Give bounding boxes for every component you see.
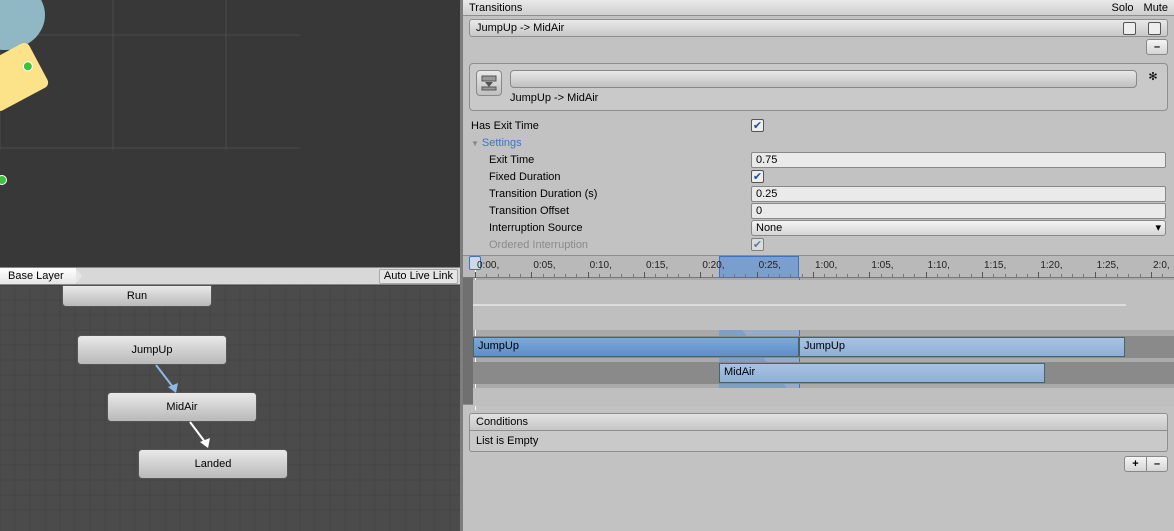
exit-time-label: Exit Time bbox=[471, 154, 751, 166]
overview-track bbox=[473, 280, 1174, 330]
transition-list-item[interactable]: JumpUp -> MidAir bbox=[469, 19, 1168, 37]
transitions-header: Transitions Solo Mute bbox=[463, 0, 1174, 16]
remove-transition-button[interactable]: – bbox=[1146, 39, 1168, 55]
transition-arrow-midair-landed[interactable] bbox=[184, 420, 224, 454]
transition-label: JumpUp -> MidAir bbox=[510, 92, 1137, 104]
transition-header-box: JumpUp -> MidAir ✻ bbox=[469, 63, 1168, 111]
source-track: JumpUp JumpUp bbox=[473, 336, 1174, 358]
remove-condition-button[interactable]: – bbox=[1146, 456, 1168, 472]
settings-foldout[interactable]: Settings bbox=[471, 137, 522, 149]
conditions-header: Conditions bbox=[469, 413, 1168, 431]
inspector-panel: Transitions Solo Mute JumpUp -> MidAir –… bbox=[460, 0, 1174, 531]
auto-live-link-button[interactable]: Auto Live Link bbox=[379, 269, 458, 284]
clip-jumpup-1[interactable]: JumpUp bbox=[473, 337, 799, 357]
layer-bar: Base Layer Auto Live Link bbox=[0, 267, 460, 285]
fixed-duration-label: Fixed Duration bbox=[471, 171, 751, 183]
transition-name-field[interactable] bbox=[510, 70, 1137, 88]
timeline-ruler[interactable]: 0:00,0:05,0:10,0:15,0:20,0:25,1:00,1:05,… bbox=[463, 256, 1174, 278]
state-node-jumpup[interactable]: JumpUp bbox=[77, 335, 227, 365]
timeline-gutter bbox=[463, 278, 473, 404]
solo-label: Solo bbox=[1112, 2, 1134, 14]
scene-preview[interactable] bbox=[0, 0, 460, 267]
has-exit-time-label: Has Exit Time bbox=[471, 120, 751, 132]
footer-track bbox=[473, 388, 1174, 406]
mute-checkbox[interactable] bbox=[1148, 22, 1161, 35]
mute-label: Mute bbox=[1144, 2, 1168, 14]
transition-duration-label: Transition Duration (s) bbox=[471, 188, 751, 200]
transition-icon bbox=[476, 70, 502, 96]
conditions-empty-label: List is Empty bbox=[476, 435, 538, 447]
transition-list-item-label: JumpUp -> MidAir bbox=[476, 20, 564, 36]
conditions-body: List is Empty bbox=[469, 431, 1168, 452]
handle-dot[interactable] bbox=[0, 175, 7, 185]
interruption-source-label: Interruption Source bbox=[471, 222, 751, 234]
dropdown-icon: ▾ bbox=[1155, 221, 1161, 235]
clip-jumpup-2[interactable]: JumpUp bbox=[799, 337, 1125, 357]
has-exit-time-row: Has Exit Time ✔ bbox=[463, 117, 1174, 134]
transitions-title: Transitions bbox=[469, 2, 522, 14]
solo-checkbox[interactable] bbox=[1123, 22, 1136, 35]
animator-panel: Base Layer Auto Live Link Run JumpUp Mid… bbox=[0, 0, 460, 531]
ordered-interruption-label: Ordered Interruption bbox=[471, 239, 751, 251]
clip-midair[interactable]: MidAir bbox=[719, 363, 1045, 383]
has-exit-time-checkbox[interactable]: ✔ bbox=[751, 119, 764, 132]
exit-time-field[interactable]: 0.75 bbox=[751, 152, 1166, 168]
transition-offset-field[interactable]: 0 bbox=[751, 203, 1166, 219]
add-condition-button[interactable]: + bbox=[1124, 456, 1146, 472]
ordered-interruption-checkbox: ✔ bbox=[751, 238, 764, 251]
fixed-duration-checkbox[interactable]: ✔ bbox=[751, 170, 764, 183]
interruption-source-select[interactable]: None▾ bbox=[751, 220, 1166, 236]
transition-arrow-jumpup-midair[interactable] bbox=[150, 363, 190, 397]
transition-timeline[interactable]: 0:00,0:05,0:10,0:15,0:20,0:25,1:00,1:05,… bbox=[463, 255, 1174, 405]
transition-offset-label: Transition Offset bbox=[471, 205, 751, 217]
state-node-run[interactable]: Run bbox=[62, 285, 212, 307]
breadcrumb-base-layer[interactable]: Base Layer bbox=[0, 268, 77, 284]
state-graph[interactable]: Run JumpUp MidAir Landed bbox=[0, 285, 460, 531]
gear-icon[interactable]: ✻ bbox=[1145, 70, 1161, 83]
transition-duration-field[interactable]: 0.25 bbox=[751, 186, 1166, 202]
dest-track: MidAir bbox=[473, 362, 1174, 384]
